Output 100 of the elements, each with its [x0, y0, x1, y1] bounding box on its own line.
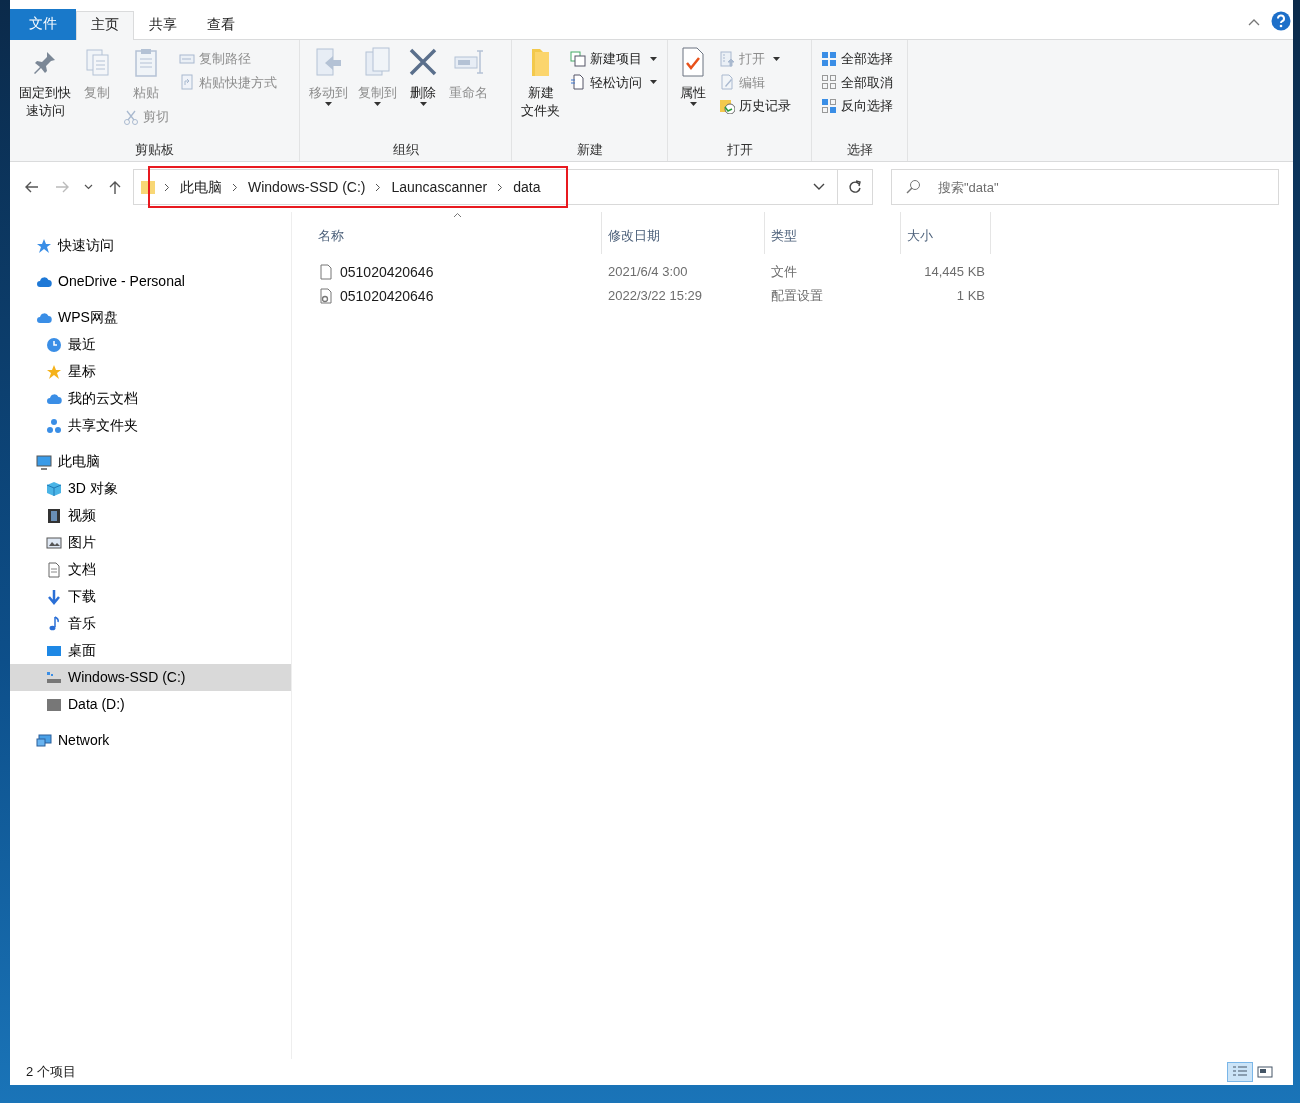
forward-icon	[54, 179, 70, 195]
chevron-icon	[375, 182, 382, 192]
select-none-icon	[821, 74, 837, 91]
monitor-icon	[36, 453, 52, 470]
modified-date: 2022/3/22 15:29	[608, 288, 702, 304]
network-icon	[36, 732, 52, 749]
search-field[interactable]: 搜索"data"	[891, 169, 1279, 205]
sidebar-item[interactable]: Windows-SSD (C:)	[10, 664, 291, 691]
scissors-icon	[123, 108, 139, 125]
breadcrumb-item[interactable]: Launcascanner	[391, 176, 488, 198]
sidebar-item[interactable]: 快速访问	[10, 232, 291, 259]
caret-icon	[650, 56, 657, 61]
ribbon-button[interactable]: 属性	[674, 44, 712, 109]
caret-icon	[650, 80, 657, 85]
share-icon	[46, 417, 62, 434]
sidebar-item[interactable]: 共享文件夹	[10, 412, 291, 439]
refresh-icon	[848, 180, 862, 194]
edit-icon	[719, 74, 735, 91]
page-icon	[570, 74, 586, 91]
open-icon	[719, 50, 735, 67]
modified-date: 2021/6/4 3:00	[608, 264, 688, 280]
ribbon-button[interactable]: 新建文件夹	[518, 44, 563, 123]
sidebar-item[interactable]: 图片	[10, 529, 291, 556]
chevron-icon	[232, 182, 238, 192]
ribbon-button[interactable]: 轻松访问	[567, 71, 660, 93]
shortcut-icon	[179, 74, 195, 91]
sidebar-item[interactable]: 此电脑	[10, 448, 291, 475]
drive-icon	[46, 696, 62, 713]
sidebar-item[interactable]: 我的云文档	[10, 385, 291, 412]
picture-icon	[46, 534, 62, 551]
caret-icon	[374, 102, 381, 107]
ribbon-group-label: 组织	[391, 140, 420, 159]
star-icon	[46, 363, 62, 380]
sidebar-item[interactable]: WPS网盘	[10, 304, 291, 331]
breadcrumb-item[interactable]: 此电脑	[180, 176, 222, 198]
ribbon-button[interactable]: 全部选择	[818, 48, 896, 70]
ribbon-button[interactable]: 新建项目	[567, 48, 660, 70]
ribbon-group-label: 选择	[845, 140, 874, 159]
caret-icon	[325, 102, 332, 107]
ribbon-button[interactable]: 历史记录	[716, 95, 794, 117]
delete-icon	[407, 46, 439, 78]
ribbon-group-label: 打开	[725, 140, 754, 159]
sidebar-item[interactable]: OneDrive - Personal	[10, 268, 291, 295]
file-icon	[318, 264, 334, 280]
back-icon	[24, 179, 40, 195]
sidebar-item[interactable]: 3D 对象	[10, 475, 291, 502]
large-icons-view-icon	[1257, 1065, 1273, 1079]
caret-icon	[689, 102, 697, 107]
up-icon	[107, 179, 123, 195]
file-size: 1 KB	[956, 288, 985, 304]
ribbon-tab[interactable]: 查看	[192, 11, 250, 40]
column-header[interactable]: 修改日期	[602, 212, 765, 254]
column-header[interactable]: 大小	[901, 212, 991, 254]
dropdown-icon	[813, 183, 825, 191]
star-icon	[36, 237, 52, 254]
sidebar-item[interactable]: 星标	[10, 358, 291, 385]
drive-icon	[46, 669, 62, 686]
column-header[interactable]: 类型	[765, 212, 901, 254]
ribbon-button[interactable]: 反向选择	[818, 95, 896, 117]
file-name[interactable]: 051020420646	[340, 261, 434, 283]
ribbon-tab[interactable]: 主页	[76, 11, 134, 40]
ribbon-tab[interactable]: 文件	[10, 9, 76, 40]
ribbon-button[interactable]: 删除	[404, 44, 442, 109]
ribbon-group-label: 新建	[575, 140, 604, 159]
config-file-icon	[318, 288, 334, 304]
ribbon-tab[interactable]: 共享	[134, 11, 192, 40]
clock-icon	[46, 336, 62, 353]
column-header[interactable]: 名称	[312, 212, 602, 254]
ribbon-button[interactable]: 固定到快速访问	[16, 44, 74, 123]
file-type: 配置设置	[771, 288, 823, 304]
search-icon	[905, 179, 921, 195]
sidebar-item[interactable]: Network	[10, 727, 291, 754]
ribbon-button[interactable]: 全部取消	[818, 71, 896, 93]
sidebar-item[interactable]: 最近	[10, 331, 291, 358]
breadcrumb-item[interactable]: data	[513, 176, 541, 198]
caret-icon	[773, 56, 780, 61]
new-item-icon	[570, 50, 586, 67]
chevron-icon	[164, 182, 170, 192]
select-all-icon	[821, 50, 837, 67]
file-type: 文件	[771, 264, 797, 280]
file-size: 14,445 KB	[924, 264, 985, 280]
cube-icon	[46, 480, 62, 497]
sidebar-item[interactable]: Data (D:)	[10, 691, 291, 718]
sidebar-item[interactable]: 音乐	[10, 610, 291, 637]
caret-icon	[419, 102, 427, 107]
film-icon	[46, 507, 62, 524]
history-icon	[719, 97, 735, 114]
breadcrumb-item[interactable]: Windows-SSD (C:)	[248, 176, 366, 198]
sidebar-item[interactable]: 视频	[10, 502, 291, 529]
sidebar-item[interactable]: 文档	[10, 556, 291, 583]
collapse-ribbon-icon	[1247, 17, 1261, 27]
sidebar-item[interactable]: 下载	[10, 583, 291, 610]
sidebar-item[interactable]: 桌面	[10, 637, 291, 664]
invert-selection-icon	[821, 97, 837, 114]
ribbon-group-label: 剪贴板	[134, 140, 175, 159]
chevron-icon	[497, 182, 504, 192]
download-icon	[46, 588, 62, 605]
address-field[interactable]: 此电脑 Windows-SSD (C:) Launcascanner data	[133, 169, 873, 205]
file-name[interactable]: 051020420646	[340, 285, 434, 307]
item-count: 2 个项目	[26, 1063, 76, 1082]
